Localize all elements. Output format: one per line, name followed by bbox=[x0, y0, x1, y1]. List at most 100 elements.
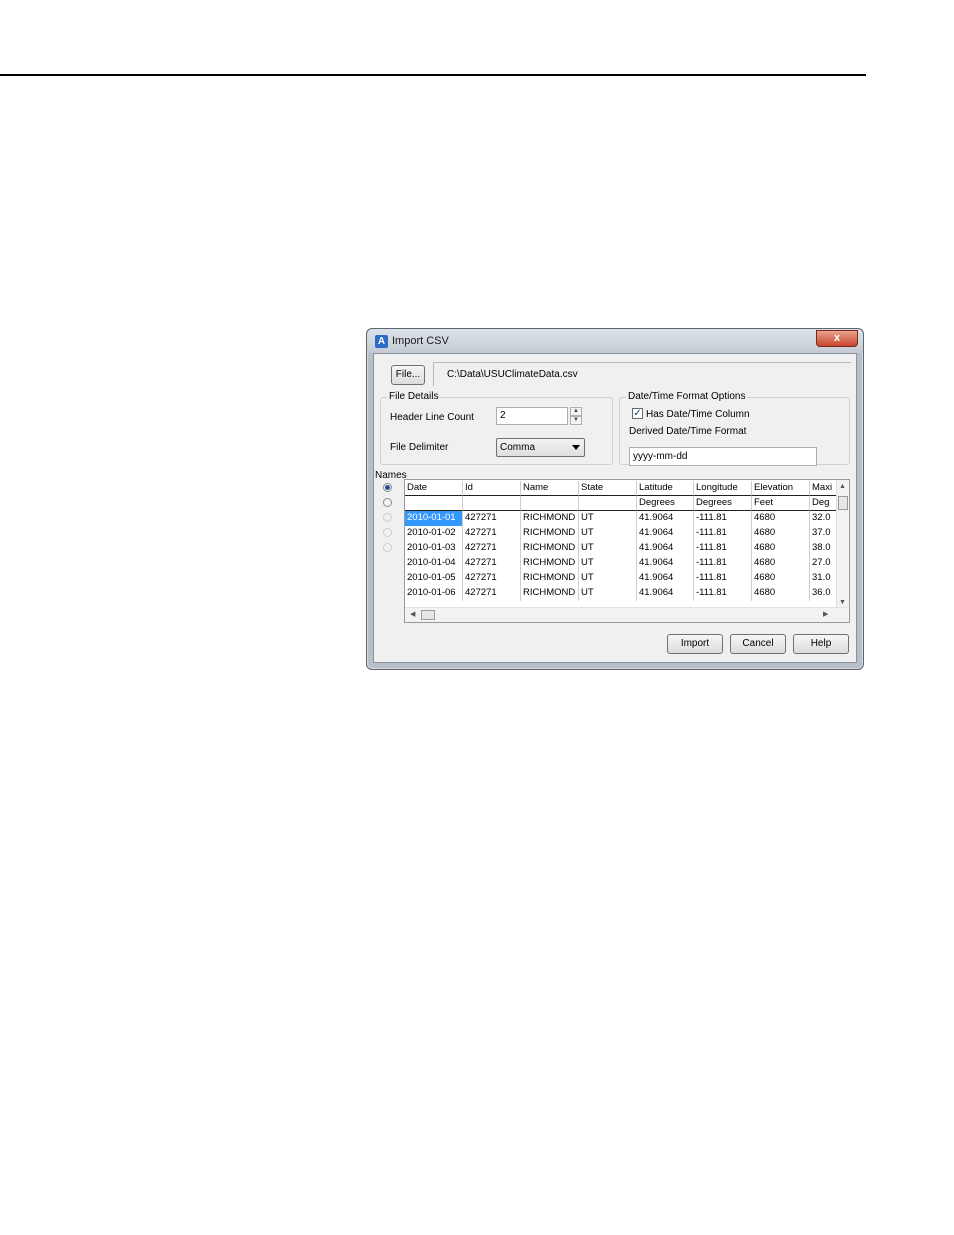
scroll-right-icon[interactable]: ▶ bbox=[823, 610, 828, 618]
table-cell[interactable]: 2010-01-02 bbox=[405, 526, 463, 541]
table-cell[interactable]: -111.81 bbox=[694, 586, 752, 601]
table-cell[interactable]: 427271 bbox=[463, 571, 521, 586]
import-csv-dialog: A Import CSV x File... C:\Data\USUClimat… bbox=[366, 328, 864, 670]
vertical-scroll-thumb[interactable] bbox=[838, 496, 848, 510]
data-preview-grid[interactable]: Date Id Name State Latitude Longitude Elevatio… bbox=[404, 479, 850, 623]
table-cell[interactable]: RICHMOND bbox=[521, 526, 579, 541]
table-cell[interactable]: -111.81 bbox=[694, 556, 752, 571]
column-header[interactable]: Latitude bbox=[637, 481, 694, 496]
table-cell[interactable]: 2010-01-04 bbox=[405, 556, 463, 571]
table-row: 2010-01-01 427271 RICHMOND UT 41.9064 -111.81… bbox=[405, 511, 837, 526]
table-cell[interactable]: 41.9064 bbox=[637, 586, 694, 601]
column-header[interactable]: Longitude bbox=[694, 481, 752, 496]
column-unit[interactable]: Degrees bbox=[694, 496, 752, 511]
vertical-scrollbar[interactable]: ▲ ▼ bbox=[836, 480, 849, 608]
table-cell[interactable]: RICHMOND bbox=[521, 586, 579, 601]
table-cell[interactable]: 41.9064 bbox=[637, 541, 694, 556]
column-unit[interactable]: Feet bbox=[752, 496, 810, 511]
table-row: 2010-01-05 427271 RICHMOND UT 41.9064 -111.81… bbox=[405, 571, 837, 586]
header-line-count-spinner[interactable]: ▲ ▼ bbox=[570, 407, 582, 425]
table-cell[interactable]: 2010-01-06 bbox=[405, 586, 463, 601]
table-cell[interactable]: 38.0 bbox=[810, 541, 837, 556]
table-cell[interactable]: 4680 bbox=[752, 556, 810, 571]
derived-format-input[interactable]: yyyy-mm-dd bbox=[629, 447, 817, 466]
column-unit[interactable] bbox=[405, 496, 463, 511]
header-line-count-input[interactable]: 2 bbox=[496, 407, 568, 425]
column-header[interactable]: Name bbox=[521, 481, 579, 496]
names-row-radio-4[interactable] bbox=[383, 528, 392, 537]
table-cell[interactable]: 4680 bbox=[752, 511, 810, 526]
column-header[interactable]: State bbox=[579, 481, 637, 496]
title-bar[interactable]: A Import CSV x bbox=[367, 329, 863, 353]
column-header[interactable]: Id bbox=[463, 481, 521, 496]
table-cell[interactable]: -111.81 bbox=[694, 511, 752, 526]
spin-up-icon[interactable]: ▲ bbox=[570, 407, 582, 416]
table-cell[interactable]: RICHMOND bbox=[521, 541, 579, 556]
table-cell[interactable]: 37.0 bbox=[810, 526, 837, 541]
column-header[interactable]: Date bbox=[405, 481, 463, 496]
table-cell[interactable]: 427271 bbox=[463, 541, 521, 556]
table-cell[interactable]: -111.81 bbox=[694, 541, 752, 556]
scroll-down-icon[interactable]: ▼ bbox=[839, 599, 846, 606]
table-cell[interactable]: 31.0 bbox=[810, 571, 837, 586]
cancel-button[interactable]: Cancel bbox=[730, 634, 786, 654]
header-line-count-label: Header Line Count bbox=[390, 412, 474, 423]
scroll-left-icon[interactable]: ◀ bbox=[410, 610, 415, 618]
table-cell[interactable]: 2010-01-05 bbox=[405, 571, 463, 586]
table-cell[interactable]: 427271 bbox=[463, 511, 521, 526]
table-cell[interactable]: RICHMOND bbox=[521, 511, 579, 526]
column-unit[interactable]: Deg bbox=[810, 496, 837, 511]
column-header[interactable]: Elevation bbox=[752, 481, 810, 496]
table-cell[interactable]: 41.9064 bbox=[637, 526, 694, 541]
table-cell[interactable]: RICHMOND bbox=[521, 556, 579, 571]
table-cell[interactable]: 41.9064 bbox=[637, 571, 694, 586]
has-datetime-checkbox[interactable]: ✓ bbox=[632, 408, 643, 419]
horizontal-scroll-thumb[interactable] bbox=[421, 610, 435, 620]
chevron-down-icon bbox=[572, 445, 580, 450]
names-row-radio-3[interactable] bbox=[383, 513, 392, 522]
table-cell[interactable]: UT bbox=[579, 541, 637, 556]
import-button[interactable]: Import bbox=[667, 634, 723, 654]
table-cell[interactable]: 427271 bbox=[463, 586, 521, 601]
table-cell[interactable]: -111.81 bbox=[694, 571, 752, 586]
file-delimiter-select[interactable]: Comma bbox=[496, 438, 585, 457]
table-cell[interactable]: 32.0 bbox=[810, 511, 837, 526]
table-cell[interactable]: 4680 bbox=[752, 541, 810, 556]
close-button[interactable]: x bbox=[816, 330, 858, 347]
table-cell[interactable]: UT bbox=[579, 526, 637, 541]
horizontal-scrollbar[interactable]: ◀ ▶ bbox=[405, 607, 849, 622]
table-cell[interactable]: UT bbox=[579, 511, 637, 526]
file-button[interactable]: File... bbox=[391, 365, 425, 385]
table-cell[interactable]: 427271 bbox=[463, 556, 521, 571]
column-header[interactable]: Maxi bbox=[810, 481, 837, 496]
table-cell[interactable]: 2010-01-01 bbox=[405, 511, 463, 526]
table-cell[interactable]: 41.9064 bbox=[637, 556, 694, 571]
column-unit[interactable]: Degrees bbox=[637, 496, 694, 511]
column-unit[interactable] bbox=[521, 496, 579, 511]
names-row-radio-5[interactable] bbox=[383, 543, 392, 552]
table-cell[interactable]: 41.9064 bbox=[637, 511, 694, 526]
names-label: Names bbox=[375, 470, 407, 481]
scroll-up-icon[interactable]: ▲ bbox=[839, 483, 846, 490]
table-cell[interactable]: 27.0 bbox=[810, 556, 837, 571]
has-datetime-label: Has Date/Time Column bbox=[646, 409, 750, 420]
table-cell[interactable]: 36.0 bbox=[810, 586, 837, 601]
column-unit[interactable] bbox=[579, 496, 637, 511]
names-row-radio-2[interactable] bbox=[383, 498, 392, 507]
app-icon: A bbox=[375, 335, 388, 348]
spin-down-icon[interactable]: ▼ bbox=[570, 416, 582, 425]
table-cell[interactable]: RICHMOND bbox=[521, 571, 579, 586]
table-cell[interactable]: 4680 bbox=[752, 526, 810, 541]
table-header-row: Date Id Name State Latitude Longitude Elevatio… bbox=[405, 481, 837, 496]
table-cell[interactable]: UT bbox=[579, 571, 637, 586]
names-row-radio-1[interactable] bbox=[383, 483, 392, 492]
table-cell[interactable]: 4680 bbox=[752, 586, 810, 601]
table-cell[interactable]: UT bbox=[579, 586, 637, 601]
help-button[interactable]: Help bbox=[793, 634, 849, 654]
table-cell[interactable]: -111.81 bbox=[694, 526, 752, 541]
table-cell[interactable]: 2010-01-03 bbox=[405, 541, 463, 556]
table-cell[interactable]: 4680 bbox=[752, 571, 810, 586]
column-unit[interactable] bbox=[463, 496, 521, 511]
table-cell[interactable]: UT bbox=[579, 556, 637, 571]
table-cell[interactable]: 427271 bbox=[463, 526, 521, 541]
